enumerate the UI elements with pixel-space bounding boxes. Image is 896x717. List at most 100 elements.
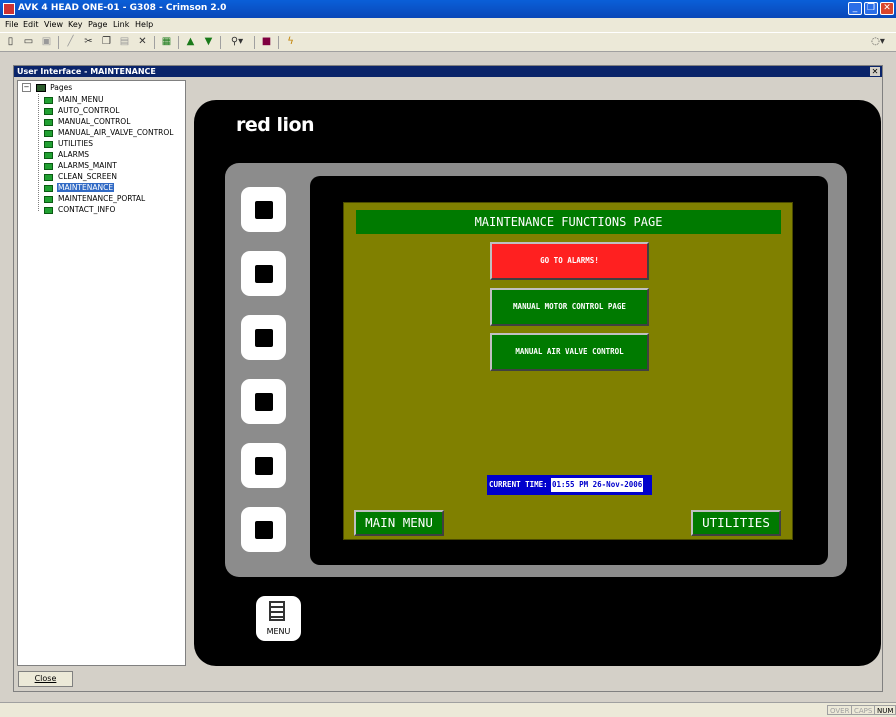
tree-root[interactable]: − Pages: [22, 83, 72, 92]
soft-key-square-icon: [255, 457, 273, 475]
soft-key-1[interactable]: [241, 187, 286, 232]
page-icon: [44, 96, 53, 104]
toolbar-separator: [254, 36, 255, 49]
toolbar: ▯ ▭ ▣ ╱ ✂ ❐ ▤ ✕ ▦ ▲ ▼ ⚲▾ ■ ϟ ◌▾: [0, 32, 896, 52]
menu-document-icon: [269, 601, 285, 621]
current-time-label: CURRENT TIME:: [489, 480, 548, 489]
tree-item-auto-control[interactable]: AUTO_CONTROL: [44, 105, 120, 116]
soft-key-2[interactable]: [241, 251, 286, 296]
paste-icon[interactable]: ▤: [117, 35, 132, 49]
menu-edit[interactable]: Edit: [23, 20, 39, 29]
screen-frame: MAINTENANCE FUNCTIONS PAGE GO TO ALARMS!…: [310, 176, 828, 565]
page-icon: [44, 118, 53, 126]
page-icon: [44, 151, 53, 159]
red-lion-logo: red lion: [236, 114, 315, 136]
pencil-icon[interactable]: ╱: [63, 35, 78, 49]
display-icon[interactable]: ■: [259, 35, 274, 49]
toolbar-separator: [154, 36, 155, 49]
cut-icon[interactable]: ✂: [81, 35, 96, 49]
open-folder-icon[interactable]: ▭: [21, 35, 36, 49]
tree-item-clean-screen[interactable]: CLEAN_SCREEN: [44, 171, 118, 182]
page-tree: − Pages MAIN_MENU AUTO_CONTROL MANUAL_CO…: [17, 80, 186, 666]
page-icon: [44, 184, 53, 192]
go-to-alarms-button[interactable]: GO TO ALARMS!: [490, 242, 649, 280]
window-title: AVK 4 HEAD ONE-01 - G308 - Crimson 2.0: [18, 3, 227, 13]
soft-key-6[interactable]: [241, 507, 286, 552]
menu-link[interactable]: Link: [113, 20, 129, 29]
menu-bar: File Edit View Key Page Link Help: [0, 18, 896, 32]
menu-view[interactable]: View: [44, 20, 63, 29]
menu-key-label: MENU: [266, 627, 291, 636]
lightning-icon[interactable]: ϟ: [283, 35, 298, 49]
page-icon: [44, 195, 53, 203]
page-icon: [44, 162, 53, 170]
menu-key[interactable]: MENU: [256, 596, 301, 641]
page-icon: [44, 107, 53, 115]
menu-file[interactable]: File: [5, 20, 18, 29]
menu-key[interactable]: Key: [68, 20, 83, 29]
tree-item-main-menu[interactable]: MAIN_MENU: [44, 94, 104, 105]
editor-title-bar: User Interface - MAINTENANCE ✕: [14, 66, 882, 77]
soft-key-square-icon: [255, 393, 273, 411]
soft-key-square-icon: [255, 329, 273, 347]
close-editor-icon[interactable]: ✕: [870, 67, 880, 76]
current-time-display: CURRENT TIME: 01:55 PM 26-Nov-2006: [487, 475, 652, 495]
copy-icon[interactable]: ❐: [99, 35, 114, 49]
menu-help[interactable]: Help: [135, 20, 153, 29]
utilities-button[interactable]: UTILITIES: [691, 510, 781, 536]
save-icon[interactable]: ▣: [39, 35, 54, 49]
soft-key-5[interactable]: [241, 443, 286, 488]
page-icon: [44, 129, 53, 137]
status-bar: OVER CAPS NUM: [0, 702, 896, 717]
soft-key-square-icon: [255, 265, 273, 283]
device-bezel: MAINTENANCE FUNCTIONS PAGE GO TO ALARMS!…: [225, 163, 847, 577]
toolbar-separator: [178, 36, 179, 49]
collapse-icon[interactable]: −: [22, 83, 31, 92]
page-icon: [44, 206, 53, 214]
page-icon: [44, 173, 53, 181]
menu-page[interactable]: Page: [88, 20, 107, 29]
tree-item-manual-air-valve-control[interactable]: MANUAL_AIR_VALVE_CONTROL: [44, 127, 174, 138]
tree-root-label: Pages: [50, 83, 73, 92]
manual-motor-control-button[interactable]: MANUAL MOTOR CONTROL PAGE: [490, 288, 649, 326]
close-window-button[interactable]: ✕: [880, 2, 894, 15]
arrow-up-icon[interactable]: ▲: [183, 35, 198, 49]
arrow-down-icon[interactable]: ▼: [201, 35, 216, 49]
new-file-icon[interactable]: ▯: [3, 35, 18, 49]
tree-item-utilities[interactable]: UTILITIES: [44, 138, 94, 149]
minimize-button[interactable]: _: [848, 2, 862, 15]
find-icon[interactable]: ⚲▾: [225, 35, 249, 49]
main-menu-button[interactable]: MAIN MENU: [354, 510, 444, 536]
page-icon: [44, 140, 53, 148]
title-bar: AVK 4 HEAD ONE-01 - G308 - Crimson 2.0 _…: [0, 0, 896, 18]
overwrite-indicator: OVER: [827, 705, 853, 715]
hmi-device: red lion MAINTENANCE FUNCTIONS PAGE GO T…: [194, 100, 881, 666]
tree-item-alarms[interactable]: ALARMS: [44, 149, 90, 160]
soft-key-square-icon: [255, 201, 273, 219]
app-icon: [3, 3, 15, 15]
tree-item-maintenance-portal[interactable]: MAINTENANCE_PORTAL: [44, 193, 146, 204]
user-interface-window: User Interface - MAINTENANCE ✕ − Pages M…: [13, 65, 883, 692]
tree-item-maintenance[interactable]: MAINTENANCE: [44, 182, 115, 193]
toolbar-separator: [220, 36, 221, 49]
num-lock-indicator: NUM: [874, 705, 896, 715]
tree-item-manual-control[interactable]: MANUAL_CONTROL: [44, 116, 131, 127]
manual-air-valve-control-button[interactable]: MANUAL AIR VALVE CONTROL: [490, 333, 649, 371]
current-time-value: 01:55 PM 26-Nov-2006: [551, 478, 644, 492]
properties-icon[interactable]: ▦: [159, 35, 174, 49]
close-button[interactable]: Close: [18, 671, 73, 687]
tree-item-contact-info[interactable]: CONTACT_INFO: [44, 204, 116, 215]
tree-item-alarms-maint[interactable]: ALARMS_MAINT: [44, 160, 118, 171]
maximize-button[interactable]: ❐: [864, 2, 878, 15]
delete-icon[interactable]: ✕: [135, 35, 150, 49]
toolbar-separator: [278, 36, 279, 49]
soft-key-4[interactable]: [241, 379, 286, 424]
soft-key-3[interactable]: [241, 315, 286, 360]
toolbar-separator: [58, 36, 59, 49]
hmi-screen: MAINTENANCE FUNCTIONS PAGE GO TO ALARMS!…: [343, 202, 793, 540]
soft-key-square-icon: [255, 521, 273, 539]
pages-folder-icon: [35, 83, 46, 92]
editor-title: User Interface - MAINTENANCE: [17, 67, 156, 76]
tree-guide-line: [38, 94, 39, 211]
help-icon[interactable]: ◌▾: [866, 35, 890, 49]
